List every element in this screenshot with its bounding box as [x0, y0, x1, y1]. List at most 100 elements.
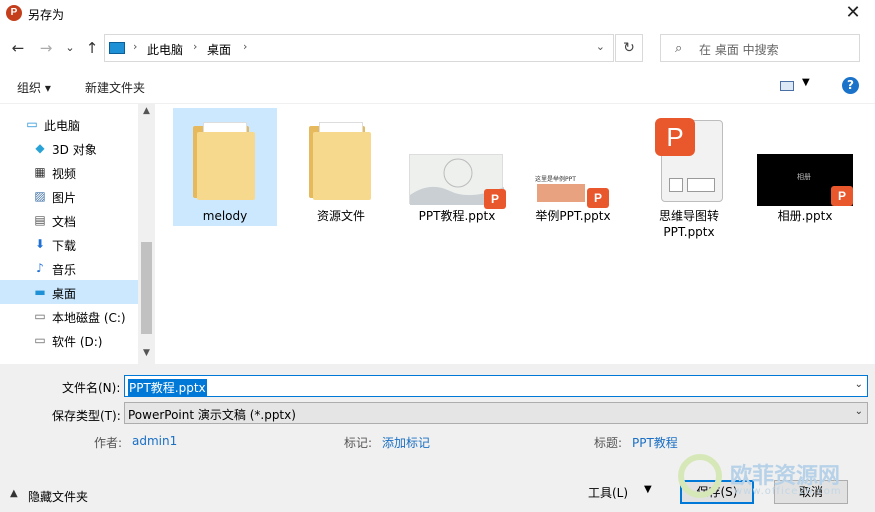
file-name: melody	[202, 209, 248, 223]
navigation-pane: ▭ 此电脑 ◆ 3D 对象 ▦ 视频 ▨ 图片 ▤ 文档 ⬇ 下载 ♪ 音乐 ▬…	[0, 104, 155, 364]
hide-folders-label: 隐藏文件夹	[28, 490, 89, 504]
sidebar-item-desktop[interactable]: ▬ 桌面	[0, 280, 138, 304]
filetype-select[interactable]: PowerPoint 演示文稿 (*.pptx) ⌄	[124, 402, 868, 424]
watermark-url: www.office26.com	[734, 486, 842, 497]
powerpoint-badge-icon: P	[587, 188, 609, 208]
presentation-thumbnail: 相册 P	[757, 154, 853, 206]
thumbnail-art	[537, 184, 585, 202]
sidebar-item-label: 桌面	[52, 287, 77, 301]
filename-label: 文件名(N):	[62, 381, 121, 395]
help-button[interactable]: ?	[842, 77, 859, 94]
sidebar-item-label: 文档	[52, 215, 77, 229]
back-button[interactable]: ←	[8, 38, 28, 58]
toolbar: 组织 ▾ 新建文件夹 ▼ ?	[0, 68, 875, 104]
search-input[interactable]: ⌕ 在 桌面 中搜索	[660, 34, 860, 62]
folder-icon	[309, 120, 373, 200]
sidebar-item-label: 此电脑	[44, 119, 81, 133]
watermark-logo-icon	[678, 454, 722, 498]
desktop-icon: ▬	[34, 285, 46, 299]
navigation-bar: ← → ⌄ ↑ › 此电脑 › 桌面 › ⌄ ↻ ⌕ 在 桌面 中搜索	[0, 30, 875, 68]
chevron-up-icon: ▲	[10, 488, 18, 499]
chevron-down-icon: ▼	[644, 484, 652, 495]
slide-placeholder-icon	[669, 178, 715, 192]
author-value[interactable]: admin1	[132, 434, 177, 448]
title-label: 标题:	[594, 436, 623, 450]
powerpoint-badge-icon: P	[831, 186, 853, 206]
3d-objects-icon: ◆	[35, 141, 45, 155]
search-placeholder: 在 桌面 中搜索	[699, 43, 779, 57]
breadcrumb-desktop[interactable]: 桌面	[207, 41, 231, 58]
filename-value[interactable]: PPT教程.pptx	[128, 379, 207, 396]
refresh-button[interactable]: ↻	[615, 34, 643, 62]
chevron-down-icon[interactable]: ⌄	[855, 379, 863, 390]
window-title: 另存为	[28, 8, 65, 22]
presentation-thumbnail: P	[409, 154, 506, 209]
file-name: 举例PPT.pptx	[535, 209, 611, 223]
powerpoint-badge-icon: P	[484, 189, 506, 209]
chevron-right-icon[interactable]: ›	[193, 40, 197, 53]
sidebar-item-drive-d[interactable]: ▭ 软件 (D:)	[0, 328, 138, 352]
file-list: melody 资源文件 P PPT教程.pptx 这里是举例PPT P 举例PP…	[155, 104, 875, 364]
new-folder-button[interactable]: 新建文件夹	[85, 79, 145, 96]
file-item-resources[interactable]: 资源文件	[289, 108, 393, 226]
filename-field[interactable]: PPT教程.pptx ⌄	[124, 375, 868, 397]
tags-label: 标记:	[344, 436, 373, 450]
powerpoint-badge-icon: P	[655, 118, 695, 156]
scroll-down-icon[interactable]: ▼	[138, 348, 155, 358]
scroll-up-icon[interactable]: ▲	[138, 106, 155, 116]
file-item-melody[interactable]: melody	[173, 108, 277, 226]
file-item-example-ppt[interactable]: 这里是举例PPT P 举例PPT.pptx	[521, 108, 625, 226]
watermark: 欧菲资源网 www.office26.com	[670, 452, 870, 508]
sidebar-item-pictures[interactable]: ▨ 图片	[0, 184, 138, 208]
sidebar-item-label: 下载	[52, 239, 77, 253]
computer-icon: ▭	[26, 117, 38, 131]
music-icon: ♪	[36, 261, 44, 275]
chevron-down-icon[interactable]: ▼	[802, 77, 810, 88]
downloads-icon: ⬇	[34, 237, 46, 251]
title-value[interactable]: PPT教程	[632, 434, 678, 451]
file-item-mindmap-ppt[interactable]: P 思维导图转 PPT.pptx	[637, 108, 741, 244]
pictures-icon: ▨	[34, 189, 46, 203]
chevron-right-icon[interactable]: ›	[133, 40, 137, 53]
chevron-down-icon[interactable]: ⌄	[855, 406, 863, 417]
file-name: 思维导图转 PPT.pptx	[658, 209, 719, 239]
sidebar-item-downloads[interactable]: ⬇ 下载	[0, 232, 138, 256]
tools-button[interactable]: 工具(L) ▼	[588, 484, 652, 501]
sidebar-item-videos[interactable]: ▦ 视频	[0, 160, 138, 184]
file-name: 相册.pptx	[777, 209, 833, 223]
documents-icon: ▤	[34, 213, 46, 227]
powerpoint-file-icon: P	[655, 116, 725, 204]
thumbnail-caption: 相册	[797, 173, 811, 181]
file-item-album[interactable]: 相册 P 相册.pptx	[753, 108, 857, 226]
up-button[interactable]: ↑	[82, 38, 102, 58]
sidebar-item-label: 视频	[52, 167, 77, 181]
chevron-down-icon[interactable]: ⌄	[596, 40, 605, 53]
sidebar-item-drive-c[interactable]: ▭ 本地磁盘 (C:)	[0, 304, 138, 328]
tags-value[interactable]: 添加标记	[382, 434, 430, 451]
sidebar-item-this-pc[interactable]: ▭ 此电脑	[0, 112, 138, 136]
videos-icon: ▦	[34, 165, 46, 179]
sidebar-item-label: 音乐	[52, 263, 77, 277]
sidebar-scrollbar[interactable]: ▲ ▼	[138, 104, 155, 364]
address-bar[interactable]: › 此电脑 › 桌面 › ⌄	[104, 34, 614, 62]
filetype-label: 保存类型(T):	[52, 409, 121, 423]
title-bar: P 另存为 ✕	[0, 0, 875, 30]
sidebar-item-3d-objects[interactable]: ◆ 3D 对象	[0, 136, 138, 160]
tools-label: 工具(L)	[588, 486, 629, 500]
chevron-right-icon[interactable]: ›	[243, 40, 247, 53]
file-item-ppt-tutorial[interactable]: P PPT教程.pptx	[405, 108, 509, 226]
folder-icon	[193, 120, 257, 200]
powerpoint-app-icon: P	[6, 5, 22, 21]
sidebar-item-documents[interactable]: ▤ 文档	[0, 208, 138, 232]
forward-button[interactable]: →	[36, 38, 56, 58]
sidebar-item-music[interactable]: ♪ 音乐	[0, 256, 138, 280]
view-options-icon[interactable]	[780, 81, 794, 91]
scrollbar-thumb[interactable]	[141, 242, 152, 334]
thumbnail-caption: 这里是举例PPT	[535, 176, 576, 183]
breadcrumb-this-pc[interactable]: 此电脑	[147, 41, 183, 58]
close-button[interactable]: ✕	[831, 0, 875, 28]
organize-button[interactable]: 组织 ▾	[17, 79, 51, 96]
drive-c-icon: ▭	[34, 309, 46, 323]
recent-locations-button[interactable]: ⌄	[60, 38, 80, 58]
filetype-value: PowerPoint 演示文稿 (*.pptx)	[128, 408, 296, 422]
